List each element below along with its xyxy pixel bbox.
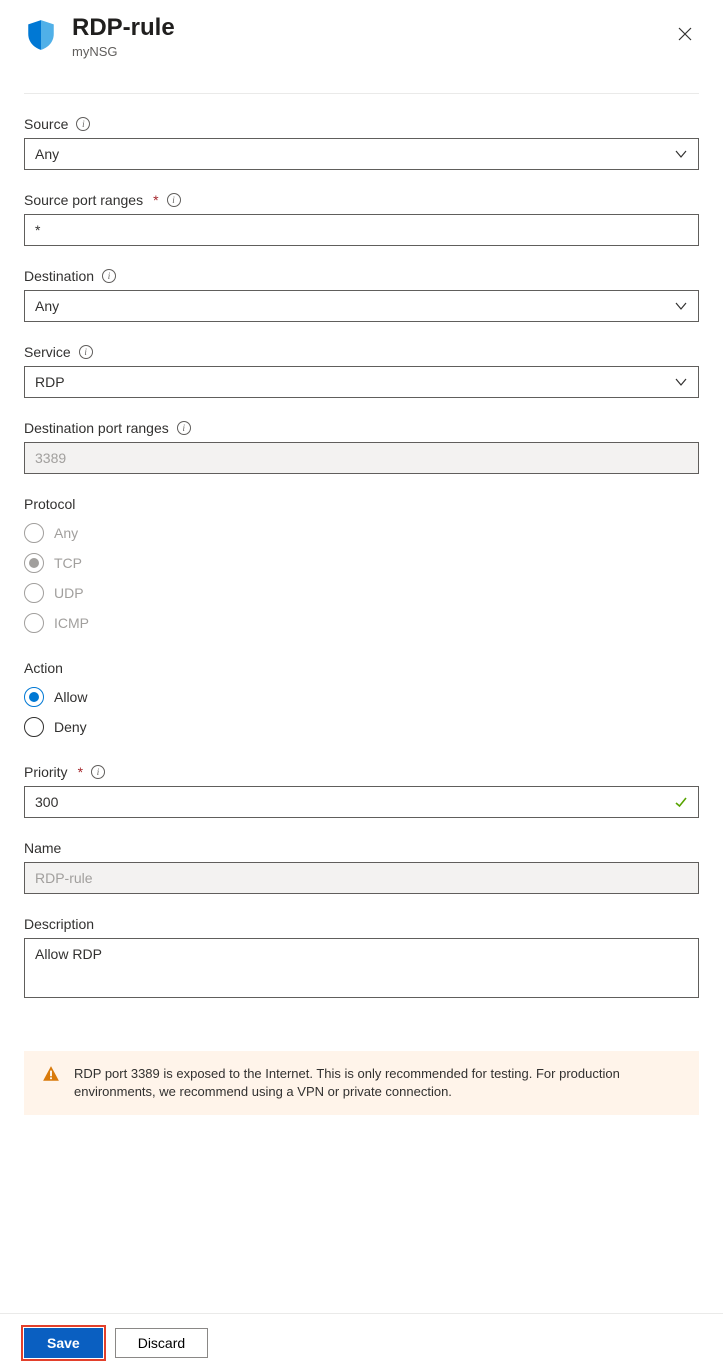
dest-port-ranges-label: Destination port ranges — [24, 420, 169, 436]
source-port-ranges-input[interactable] — [24, 214, 699, 246]
form-body: Source i Any Source port ranges * i Desti… — [0, 94, 723, 1313]
service-field: Service i RDP — [24, 344, 699, 398]
protocol-option-icmp: ICMP — [24, 608, 699, 638]
info-icon[interactable]: i — [102, 269, 116, 283]
radio-icon — [24, 717, 44, 737]
source-port-ranges-label: Source port ranges — [24, 192, 143, 208]
save-button[interactable]: Save — [24, 1328, 103, 1358]
description-label: Description — [24, 916, 94, 932]
check-icon — [674, 795, 688, 809]
blade-footer: Save Discard — [0, 1313, 723, 1372]
protocol-label: Protocol — [24, 496, 75, 512]
chevron-down-icon — [674, 299, 688, 313]
required-mark: * — [78, 764, 83, 780]
destination-label: Destination — [24, 268, 94, 284]
service-select[interactable]: RDP — [24, 366, 699, 398]
destination-value: Any — [35, 298, 59, 314]
protocol-any-label: Any — [54, 525, 78, 541]
radio-icon — [24, 553, 44, 573]
discard-button[interactable]: Discard — [115, 1328, 208, 1358]
info-icon[interactable]: i — [167, 193, 181, 207]
shield-icon — [24, 18, 58, 52]
action-label: Action — [24, 660, 63, 676]
description-input[interactable] — [24, 938, 699, 998]
name-label: Name — [24, 840, 61, 856]
required-mark: * — [153, 192, 158, 208]
name-field: Name — [24, 840, 699, 894]
protocol-option-tcp: TCP — [24, 548, 699, 578]
action-field: Action Allow Deny — [24, 660, 699, 742]
priority-field: Priority * i — [24, 764, 699, 818]
protocol-option-udp: UDP — [24, 578, 699, 608]
action-option-allow[interactable]: Allow — [24, 682, 699, 712]
warning-icon — [42, 1065, 60, 1083]
protocol-option-any: Any — [24, 518, 699, 548]
source-port-ranges-field: Source port ranges * i — [24, 192, 699, 246]
info-icon[interactable]: i — [91, 765, 105, 779]
info-icon[interactable]: i — [79, 345, 93, 359]
priority-label: Priority — [24, 764, 68, 780]
action-allow-label: Allow — [54, 689, 87, 705]
blade-title: RDP-rule — [72, 14, 671, 42]
protocol-tcp-label: TCP — [54, 555, 82, 571]
warning-text: RDP port 3389 is exposed to the Internet… — [74, 1065, 681, 1101]
info-icon[interactable]: i — [177, 421, 191, 435]
chevron-down-icon — [674, 147, 688, 161]
source-select[interactable]: Any — [24, 138, 699, 170]
name-input — [24, 862, 699, 894]
action-option-deny[interactable]: Deny — [24, 712, 699, 742]
protocol-icmp-label: ICMP — [54, 615, 89, 631]
radio-icon — [24, 583, 44, 603]
radio-icon — [24, 523, 44, 543]
blade-subtitle: myNSG — [72, 44, 671, 59]
dest-port-ranges-input — [24, 442, 699, 474]
dest-port-ranges-field: Destination port ranges i — [24, 420, 699, 474]
blade-header: RDP-rule myNSG — [0, 0, 723, 69]
source-label: Source — [24, 116, 68, 132]
destination-select[interactable]: Any — [24, 290, 699, 322]
nsg-rule-blade: RDP-rule myNSG Source i Any Source port … — [0, 0, 723, 1372]
protocol-field: Protocol Any TCP UDP ICMP — [24, 496, 699, 638]
destination-field: Destination i Any — [24, 268, 699, 322]
radio-icon — [24, 687, 44, 707]
protocol-udp-label: UDP — [54, 585, 84, 601]
warning-banner: RDP port 3389 is exposed to the Internet… — [24, 1051, 699, 1115]
radio-icon — [24, 613, 44, 633]
priority-input[interactable] — [25, 787, 668, 817]
service-value: RDP — [35, 374, 65, 390]
close-icon — [678, 27, 692, 41]
action-deny-label: Deny — [54, 719, 87, 735]
info-icon[interactable]: i — [76, 117, 90, 131]
source-value: Any — [35, 146, 59, 162]
chevron-down-icon — [674, 375, 688, 389]
service-label: Service — [24, 344, 71, 360]
close-button[interactable] — [671, 20, 699, 48]
source-field: Source i Any — [24, 116, 699, 170]
description-field: Description — [24, 916, 699, 1001]
priority-input-wrap — [24, 786, 699, 818]
